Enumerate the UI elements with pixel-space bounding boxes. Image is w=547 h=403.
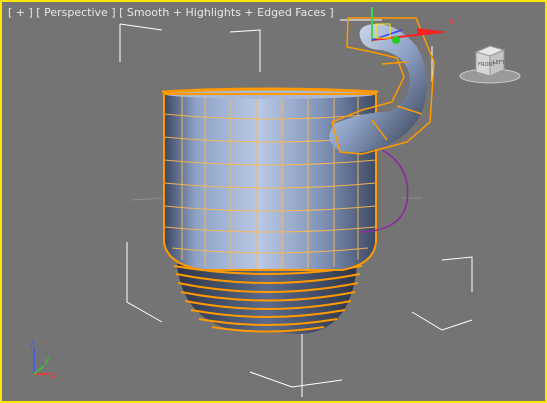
axis-z-label: z [30, 339, 35, 349]
viewcube-left-label: LEFT [493, 60, 506, 66]
world-axis-tripod: z y x [30, 339, 57, 381]
viewcube[interactable]: FRONT LEFT [456, 42, 526, 88]
gizmo-x-label: x [449, 17, 455, 27]
mug-base [173, 264, 363, 334]
axis-y-label: y [44, 356, 50, 366]
axis-x-label: x [51, 371, 57, 381]
perspective-viewport[interactable]: [ + ] [ Perspective ] [ Smooth + Highlig… [0, 0, 547, 403]
